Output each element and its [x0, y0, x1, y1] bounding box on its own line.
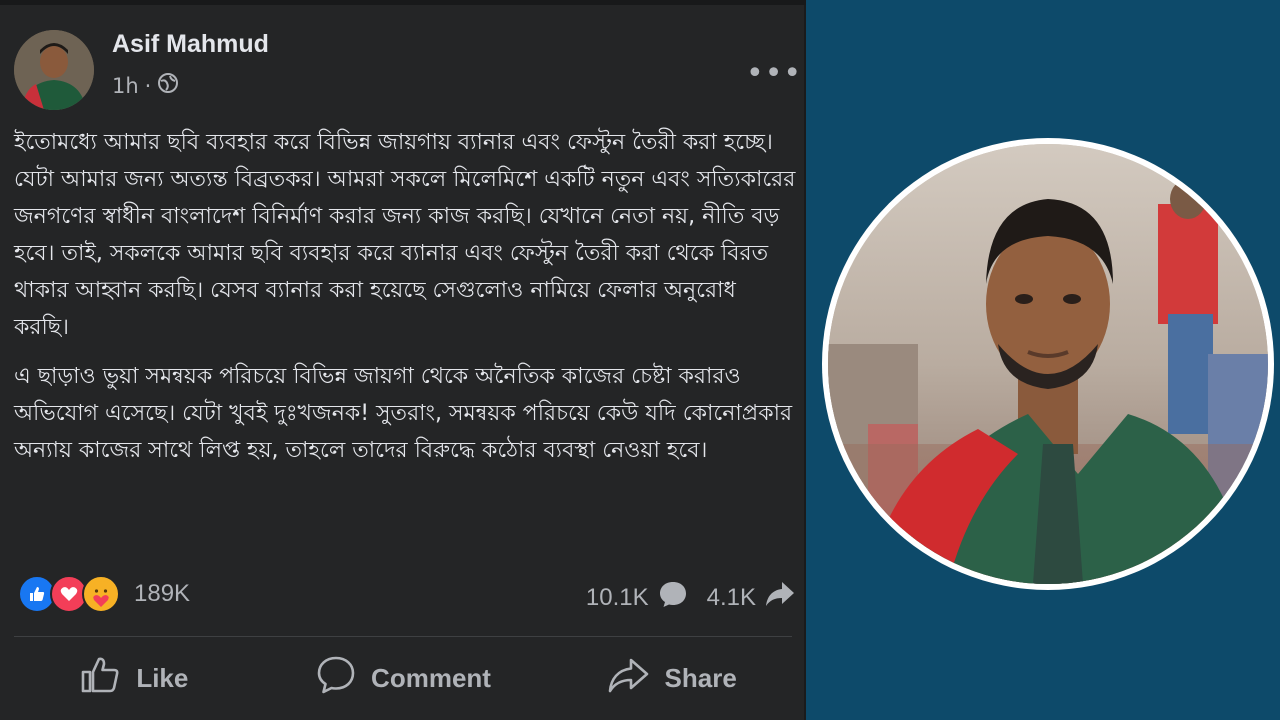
share-count: 4.1K [706, 583, 756, 611]
comment-label: Comment [371, 662, 491, 693]
post-body: ইতোমধ্যে আমার ছবি ব্যবহার করে বিভিন্ন জা… [14, 124, 796, 481]
share-stat[interactable]: 4.1K [707, 578, 796, 617]
author-avatar[interactable] [14, 30, 94, 110]
top-strip [0, 0, 806, 5]
share-arrow-icon [607, 655, 651, 702]
like-button[interactable]: Like [0, 650, 269, 706]
care-reaction-icon [82, 575, 120, 613]
thumbs-up-icon [80, 655, 122, 702]
globe-icon [157, 72, 179, 99]
post-time[interactable]: 1h [112, 74, 139, 98]
actions-divider [14, 636, 792, 637]
profile-photo-frame [822, 138, 1274, 590]
share-button[interactable]: Share [537, 650, 806, 706]
post-paragraph: ইতোমধ্যে আমার ছবি ব্যবহার করে বিভিন্ন জা… [14, 130, 796, 340]
comment-count: 10.1K [585, 583, 649, 611]
comment-button[interactable]: Comment [269, 650, 538, 706]
author-name[interactable]: Asif Mahmud [112, 30, 269, 59]
more-options-icon[interactable]: ••• [746, 56, 802, 91]
like-label: Like [136, 662, 189, 693]
post-actions: Like Comment Share [0, 650, 806, 706]
meta-separator: · [144, 73, 152, 98]
post-paragraph: এ ছাড়াও ভুয়া সমন্বয়ক পরিচয়ে বিভিন্ন … [14, 364, 793, 463]
comment-bubble-icon [315, 655, 357, 702]
profile-photo [828, 144, 1268, 584]
reaction-count: 189K [134, 580, 191, 607]
share-label: Share [664, 662, 737, 693]
reactions-summary[interactable]: 189K [18, 575, 190, 613]
post-meta: 1h · [112, 72, 179, 99]
engagement-stats: 10.1K 4.1K [586, 578, 796, 617]
share-icon [764, 578, 796, 617]
comment-icon [657, 578, 689, 617]
comment-stat[interactable]: 10.1K [586, 578, 689, 617]
facebook-post: Asif Mahmud 1h · ••• ইতোমধ্যে আমার ছবি ব… [0, 0, 806, 720]
